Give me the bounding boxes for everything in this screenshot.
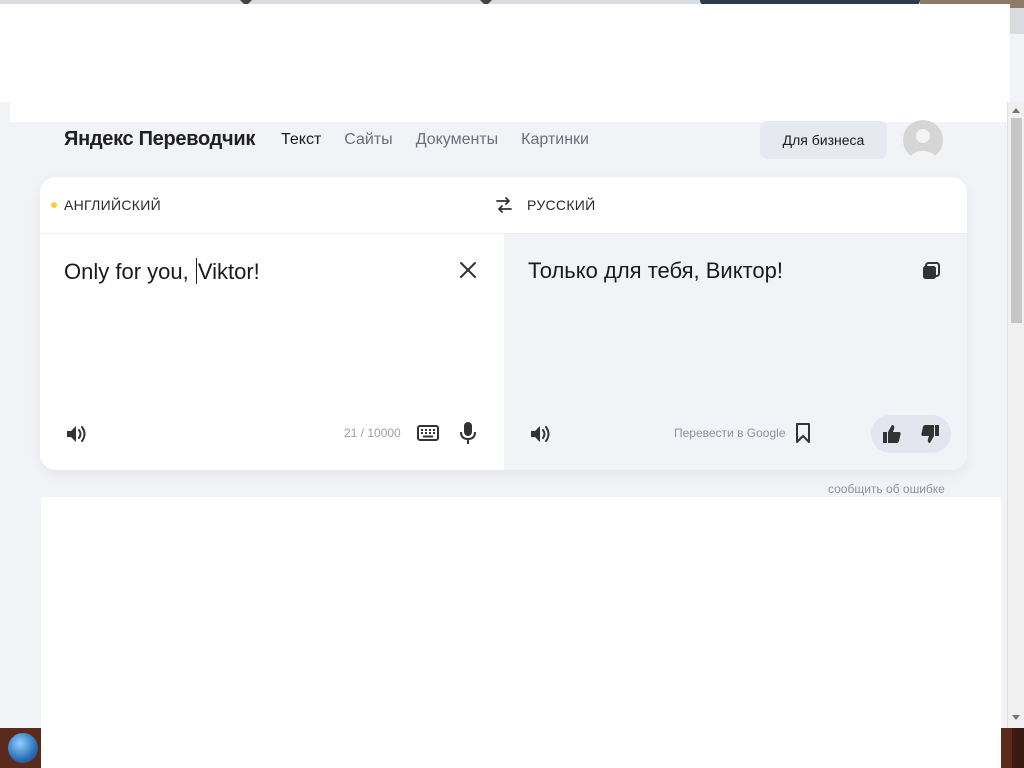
logo[interactable]: Яндекс Переводчик — [64, 128, 255, 151]
translated-text: Только для тебя, Виктор! — [528, 258, 784, 283]
translation-pane: Только для тебя, Виктор! Перевести в Goo… — [504, 234, 967, 470]
scroll-down-arrow-icon[interactable] — [1012, 715, 1020, 720]
nav-item-documents[interactable]: Документы — [416, 131, 498, 149]
business-button[interactable]: Для бизнеса — [760, 121, 887, 159]
microphone-icon[interactable] — [459, 421, 477, 445]
report-error-link[interactable]: сообщить об ошибке — [828, 482, 945, 496]
character-counter: 21 / 10000 — [344, 426, 401, 440]
source-pane[interactable]: Only for you, Viktor! 21 / 10000 — [40, 234, 504, 470]
language-bar: АНГЛИЙСКИЙ РУССКИЙ — [40, 177, 967, 234]
thumbs-down-icon[interactable] — [920, 424, 940, 444]
translate-in-google-link[interactable]: Перевести в Google — [674, 426, 786, 440]
source-text-part: Only for you, — [64, 259, 195, 284]
speaker-icon[interactable] — [65, 423, 89, 445]
source-language-selector[interactable]: АНГЛИЙСКИЙ — [64, 197, 161, 213]
swap-arrows-icon[interactable] — [495, 196, 513, 214]
taskbar-edge — [1012, 728, 1024, 768]
source-text-part: Viktor! — [197, 259, 260, 284]
rating-buttons — [871, 415, 951, 453]
bookmark-icon[interactable] — [795, 422, 811, 444]
blank-overlay — [0, 4, 1010, 102]
thumbs-up-icon[interactable] — [882, 424, 902, 444]
page-background — [1010, 34, 1024, 102]
main-nav: Текст Сайты Документы Картинки — [281, 131, 589, 149]
blank-overlay — [10, 102, 1010, 122]
translator-panel: АНГЛИЙСКИЙ РУССКИЙ Only for you, Viktor!… — [40, 177, 967, 470]
keyboard-icon[interactable] — [417, 425, 439, 441]
windows-start-icon[interactable] — [8, 733, 38, 763]
content-area — [41, 497, 1001, 768]
nav-item-text[interactable]: Текст — [281, 131, 321, 149]
source-text-input[interactable]: Only for you, Viktor! — [64, 258, 260, 285]
nav-item-images[interactable]: Картинки — [521, 131, 589, 149]
copy-icon[interactable] — [921, 261, 941, 281]
nav-item-sites[interactable]: Сайты — [344, 131, 392, 149]
avatar[interactable] — [903, 120, 943, 160]
scroll-up-arrow-icon[interactable] — [1012, 108, 1020, 113]
speaker-icon[interactable] — [529, 423, 553, 445]
user-silhouette-icon — [909, 129, 937, 160]
target-language-selector[interactable]: РУССКИЙ — [527, 197, 596, 213]
source-language-dot — [51, 202, 57, 208]
text-caret — [195, 258, 197, 284]
scrollbar-thumb[interactable] — [1011, 118, 1022, 323]
close-icon[interactable] — [459, 261, 477, 279]
